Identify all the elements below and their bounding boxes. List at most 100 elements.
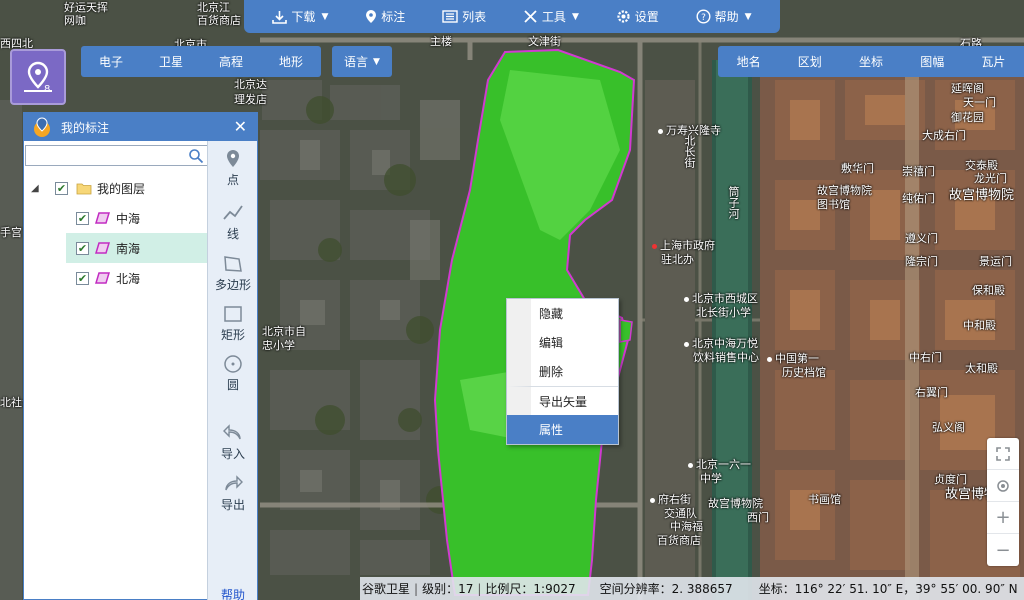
map-label: 遵义门 <box>905 232 938 245</box>
fullscreen-icon <box>996 446 1010 461</box>
map-type-electronic[interactable]: 电子 <box>81 46 141 77</box>
layer-item[interactable]: ✔ 中海 <box>24 203 209 233</box>
download-icon <box>272 10 288 24</box>
zoom-out-button[interactable]: − <box>987 534 1019 566</box>
toggle-divisions[interactable]: 区划 <box>779 46 840 77</box>
chevron-down-icon: ▼ <box>321 11 329 22</box>
tool-circle[interactable]: 圆 <box>208 354 258 393</box>
mark-label: 标注 <box>381 10 406 24</box>
map-label: 理发店 <box>234 93 267 106</box>
tool-circle-label: 圆 <box>226 378 239 392</box>
layer-item[interactable]: ✔ 北海 <box>24 263 209 293</box>
map-label: 保和殿 <box>972 284 1005 297</box>
gear-icon <box>617 10 630 23</box>
map-label: 百货商店 <box>657 534 701 547</box>
layer-checkbox[interactable]: ✔ <box>76 241 89 255</box>
map-label: 北京市自 <box>262 325 306 338</box>
toggle-placenames[interactable]: 地名 <box>718 46 779 77</box>
map-type-terrain[interactable]: 地形 <box>261 46 321 77</box>
map-label: 故宫博物院 <box>708 497 763 510</box>
point-pin-icon <box>227 150 239 167</box>
tool-line[interactable]: 线 <box>208 203 258 242</box>
tool-import[interactable]: 导入 <box>208 423 258 462</box>
map-label: 中国第一 <box>767 352 819 365</box>
polygon-layer-icon <box>95 212 110 224</box>
map-label: 图书馆 <box>817 198 850 211</box>
layer-checkbox[interactable]: ✔ <box>76 211 89 225</box>
map-label: 忠小学 <box>262 339 295 352</box>
tool-point-label: 点 <box>226 173 239 187</box>
layer-item-selected[interactable]: ✔ 南海 <box>66 233 209 263</box>
expand-triangle-icon[interactable]: ◢ <box>31 183 45 194</box>
help-button[interactable]: ? 帮助 ▼ <box>696 8 752 25</box>
map-label: 文津街 <box>528 35 561 48</box>
map-label: 御花园 <box>951 111 984 124</box>
map-type-satellite[interactable]: 卫星 <box>141 46 201 77</box>
zoom-level: 级别：17 <box>422 582 474 596</box>
panel-header: 我的标注 ✕ <box>24 113 257 141</box>
import-arrow-icon <box>223 424 241 440</box>
map-label: 主楼 <box>430 35 452 48</box>
menu-item-properties[interactable]: 属性 <box>507 415 618 444</box>
help-link[interactable]: 帮助 <box>208 586 258 600</box>
polygon-layer-icon <box>95 242 110 254</box>
map-label: 贞度门 <box>934 473 967 486</box>
zoom-in-button[interactable]: + <box>987 502 1019 534</box>
tree-root-node[interactable]: ◢ ✔ 我的图层 <box>24 173 209 203</box>
location-pin-icon <box>366 10 377 23</box>
menu-item-hide[interactable]: 隐藏 <box>507 299 618 328</box>
map-label: 百货商店 <box>197 14 241 27</box>
svg-text:?: ? <box>701 13 706 23</box>
layer-checkbox[interactable]: ✔ <box>76 271 89 285</box>
search-input[interactable] <box>26 146 186 165</box>
tool-point[interactable]: 点 <box>208 149 258 188</box>
tool-export-label: 导出 <box>220 498 245 512</box>
download-button[interactable]: 下载 ▼ <box>272 8 328 25</box>
map-type-switcher: 电子 卫星 高程 地形 语言 ▼ <box>81 46 392 77</box>
tools-icon <box>524 10 537 23</box>
plus-icon: + <box>995 507 1011 528</box>
map-label: 故宫博物院 <box>817 184 872 197</box>
tool-rectangle[interactable]: 矩形 <box>208 304 258 343</box>
search-icon[interactable] <box>188 148 204 164</box>
spatial-resolution: 空间分辨率：2. 388657 <box>599 582 733 596</box>
root-checkbox[interactable]: ✔ <box>55 181 68 195</box>
map-label: 崇禧门 <box>902 165 935 178</box>
map-label: 上海市政府 <box>652 239 715 252</box>
list-icon <box>442 10 458 23</box>
list-button[interactable]: 列表 <box>442 8 486 25</box>
toggle-tiles[interactable]: 瓦片 <box>963 46 1024 77</box>
menu-item-export-vector[interactable]: 导出矢量 <box>507 386 618 415</box>
settings-button[interactable]: 设置 <box>616 8 659 25</box>
tool-polygon[interactable]: 多边形 <box>208 254 258 293</box>
tools-button[interactable]: 工具 ▼ <box>523 8 579 25</box>
map-label: 太和殿 <box>965 362 998 375</box>
map-type-elevation[interactable]: 高程 <box>201 46 261 77</box>
toggle-sheets[interactable]: 图幅 <box>902 46 963 77</box>
close-icon[interactable]: ✕ <box>234 117 247 136</box>
overlay-toggle-bar: 地名 区划 坐标 图幅 瓦片 <box>718 46 1024 77</box>
fullscreen-button[interactable] <box>987 438 1019 470</box>
app-logo[interactable]: 8 <box>10 49 66 105</box>
menu-item-delete[interactable]: 删除 <box>507 357 618 386</box>
polygon-layer-icon <box>95 272 110 284</box>
main-toolbar: 下载 ▼ 标注 列表 工具 ▼ 设置 ? 帮助 ▼ <box>244 0 780 33</box>
map-label: 网咖 <box>64 14 86 27</box>
map-label: 交通队 <box>664 507 697 520</box>
toggle-coordinates[interactable]: 坐标 <box>840 46 901 77</box>
map-label: 书画馆 <box>808 493 841 506</box>
panel-title: 我的标注 <box>61 120 110 135</box>
map-label: 筒子河 <box>727 186 740 219</box>
language-button[interactable]: 语言 ▼ <box>332 46 392 77</box>
drawing-tools: 点 线 多边形 矩形 圆 导入 导出 帮助 <box>207 141 257 600</box>
map-label: 天一门 <box>963 96 996 109</box>
polygon-icon <box>224 256 242 272</box>
layer-label: 北海 <box>116 271 141 286</box>
tool-export[interactable]: 导出 <box>208 474 258 513</box>
tool-rectangle-label: 矩形 <box>220 328 245 342</box>
svg-text:8: 8 <box>44 84 50 95</box>
locate-button[interactable] <box>987 470 1019 502</box>
mark-button[interactable]: 标注 <box>365 8 405 25</box>
menu-item-edit[interactable]: 编辑 <box>507 328 618 357</box>
map-source: 谷歌卫星 <box>362 582 411 596</box>
